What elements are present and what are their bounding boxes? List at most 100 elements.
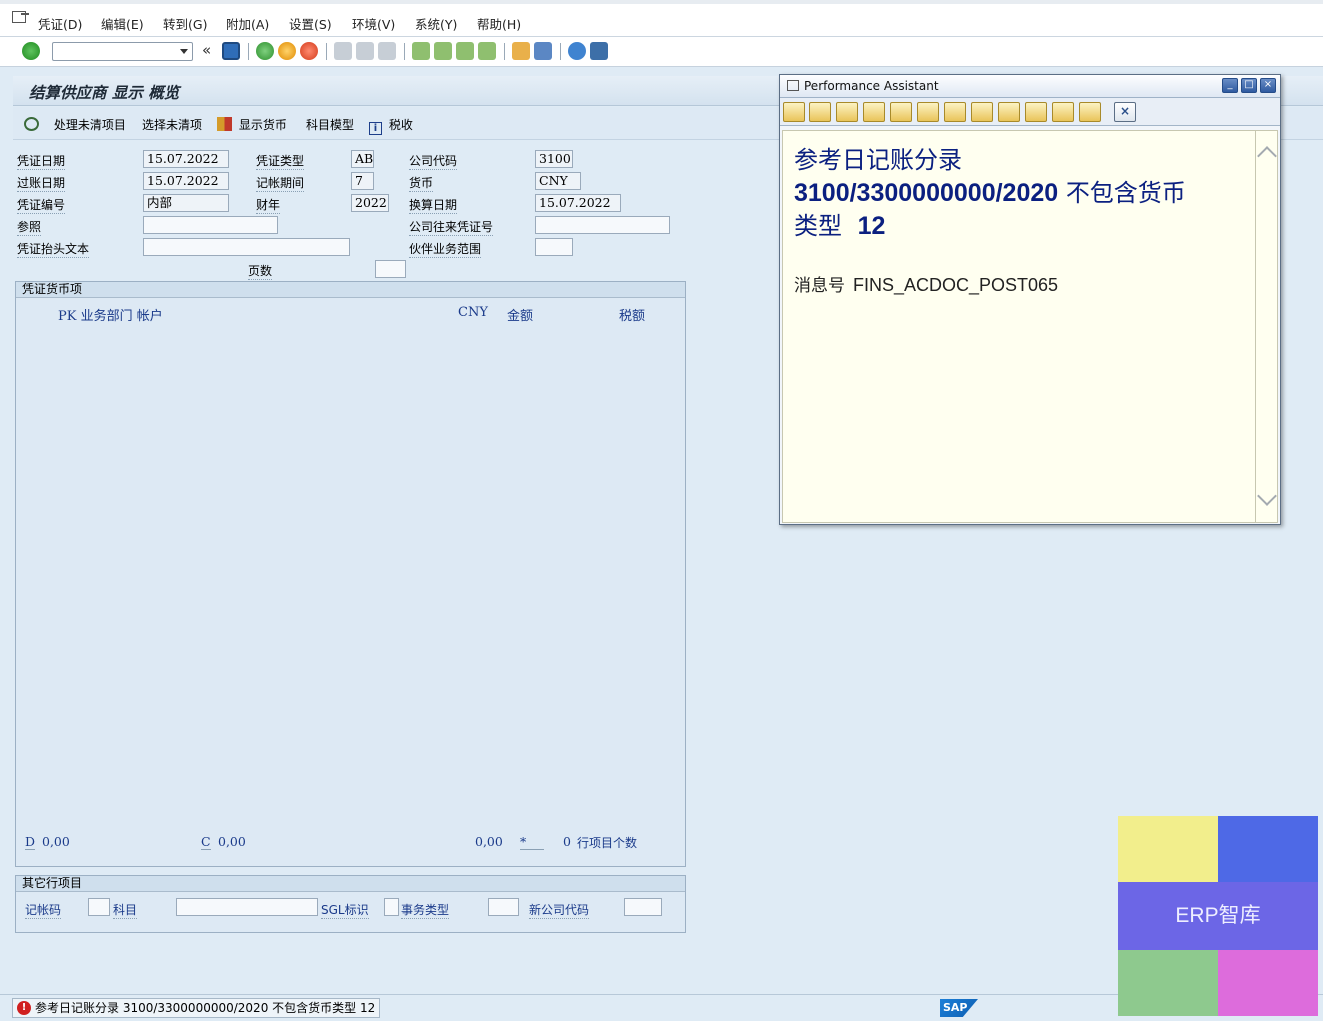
other-line-item-group: 其它行项目 记帐码 科目 SGL标识 事务类型 新公司代码 [15, 875, 686, 933]
chevron-down-icon[interactable] [180, 49, 188, 54]
exit-icon[interactable] [278, 42, 296, 60]
toolbar-separator [248, 43, 249, 60]
toolbar-separator [404, 43, 405, 60]
previous-page-icon[interactable] [434, 42, 452, 60]
page-title: 结算供应商 显示 概览 [29, 83, 180, 102]
technical-info-icon[interactable] [836, 102, 858, 122]
structure-icon[interactable] [863, 102, 885, 122]
pa-heading: 参考日记账分录 3100/3300000000/2020 不包含货币 类型 12 [794, 144, 1244, 243]
fiscal-year-label: 财年 [256, 198, 281, 214]
posting-key-field[interactable] [88, 898, 110, 916]
doc-number-field[interactable]: 内部 [143, 194, 229, 212]
chevron-down-icon[interactable] [1257, 486, 1277, 506]
dropdown-icon[interactable] [998, 102, 1020, 122]
menu-system[interactable]: 系统(Y) [415, 14, 457, 33]
system-menu-icon[interactable] [12, 11, 29, 23]
page-number-field[interactable] [375, 260, 406, 278]
find-icon[interactable] [356, 42, 374, 60]
book-icon[interactable] [971, 102, 993, 122]
cancel-icon[interactable] [300, 42, 318, 60]
print-icon[interactable] [334, 42, 352, 60]
doc-date-field[interactable]: 15.07.2022 [143, 150, 229, 168]
sap-logo: SAP [940, 999, 978, 1017]
chevron-up-icon[interactable] [1257, 146, 1277, 166]
menu-edit[interactable]: 编辑(E) [101, 14, 144, 33]
taxes-button[interactable]: i 税收 [369, 116, 413, 135]
watermark-tile [1218, 816, 1318, 882]
period-field[interactable]: 7 [351, 172, 374, 190]
translation-date-label: 换算日期 [409, 198, 458, 214]
minimize-button[interactable]: _ [1222, 78, 1238, 93]
shortcut-icon[interactable] [534, 42, 552, 60]
posting-key-label: 记帐码 [25, 903, 62, 919]
account-field[interactable] [176, 898, 318, 916]
pa-title-bar[interactable]: Performance Assistant _ □ × [780, 75, 1280, 98]
copy-icon[interactable] [1079, 102, 1101, 122]
posting-date-field[interactable]: 15.07.2022 [143, 172, 229, 190]
new-company-code-label: 新公司代码 [529, 903, 590, 919]
help-icon[interactable] [568, 42, 586, 60]
find-next-icon[interactable] [378, 42, 396, 60]
display-currency-button[interactable]: 显示货币 [217, 116, 287, 133]
pa-toolbar: × [780, 98, 1280, 126]
status-message[interactable]: ! 参考日记账分录 3100/3300000000/2020 不包含货币类型 1… [12, 998, 381, 1018]
close-button[interactable]: × [1260, 78, 1276, 93]
menu-extras[interactable]: 附加(A) [226, 14, 269, 33]
debit-label: D [25, 834, 36, 850]
doc-type-field[interactable]: AB [351, 150, 374, 168]
credit-label: C [201, 834, 211, 850]
new-session-icon[interactable] [512, 42, 530, 60]
save-icon[interactable] [222, 42, 240, 60]
menu-settings[interactable]: 设置(S) [289, 14, 332, 33]
company-code-field[interactable]: 3100 [535, 150, 573, 168]
pa-scrollbar[interactable] [1256, 130, 1278, 523]
maximize-button[interactable]: □ [1241, 78, 1257, 93]
debit-total: 0,00 [42, 834, 70, 849]
balance-total: 0,00 [475, 834, 503, 849]
menu-environment[interactable]: 环境(V) [352, 14, 395, 33]
watermark-tile [1118, 950, 1218, 1016]
doc-number-label: 凭证编号 [17, 198, 66, 214]
last-page-icon[interactable] [478, 42, 496, 60]
account-model-button[interactable]: 科目模型 [306, 116, 354, 133]
menu-goto[interactable]: 转到(G) [163, 14, 207, 33]
print-icon[interactable] [1052, 102, 1074, 122]
close-icon[interactable]: × [1114, 102, 1136, 122]
reference-field[interactable] [143, 216, 278, 234]
transaction-type-field[interactable] [488, 898, 519, 916]
command-field[interactable] [52, 42, 193, 61]
customize-layout-icon[interactable] [590, 42, 608, 60]
edit-icon[interactable] [890, 102, 912, 122]
forward-arrow-icon[interactable] [809, 102, 831, 122]
next-page-icon[interactable] [456, 42, 474, 60]
pa-content: 参考日记账分录 3100/3300000000/2020 不包含货币 类型 12… [782, 130, 1256, 523]
company-code-label: 公司代码 [409, 154, 458, 170]
header-text-field[interactable] [143, 238, 350, 256]
back-arrow-icon[interactable] [783, 102, 805, 122]
first-page-icon[interactable] [412, 42, 430, 60]
sgl-indicator-field[interactable] [384, 898, 399, 916]
process-open-items-button[interactable]: 处理未清项目 [24, 116, 126, 133]
transaction-type-label: 事务类型 [401, 903, 450, 919]
tool-icon[interactable] [917, 102, 939, 122]
document-icon[interactable] [1025, 102, 1047, 122]
column-currency: CNY [458, 305, 488, 320]
translation-date-field[interactable]: 15.07.2022 [535, 194, 621, 212]
select-open-items-button[interactable]: 选择未清项 [142, 116, 202, 133]
watermark-text: ERP智库 [1118, 882, 1318, 950]
menu-help[interactable]: 帮助(H) [477, 14, 521, 33]
trading-partner-field[interactable] [535, 238, 573, 256]
error-icon: ! [17, 1001, 31, 1015]
pa-heading-number: 12 [857, 212, 886, 240]
back-icon[interactable] [256, 42, 274, 60]
intercompany-field[interactable] [535, 216, 670, 234]
menu-document[interactable]: 凭证(D) [38, 14, 82, 33]
collapse-chevron-icon[interactable]: « [202, 41, 211, 59]
enter-checkmark-icon[interactable] [22, 42, 40, 60]
fiscal-year-field[interactable]: 2022 [351, 194, 389, 212]
glossary-icon[interactable] [944, 102, 966, 122]
column-pk-account: PK 业务部门 帐户 [58, 309, 163, 324]
currency-field[interactable]: CNY [535, 172, 581, 190]
window-icon [787, 80, 799, 91]
new-company-code-field[interactable] [624, 898, 662, 916]
